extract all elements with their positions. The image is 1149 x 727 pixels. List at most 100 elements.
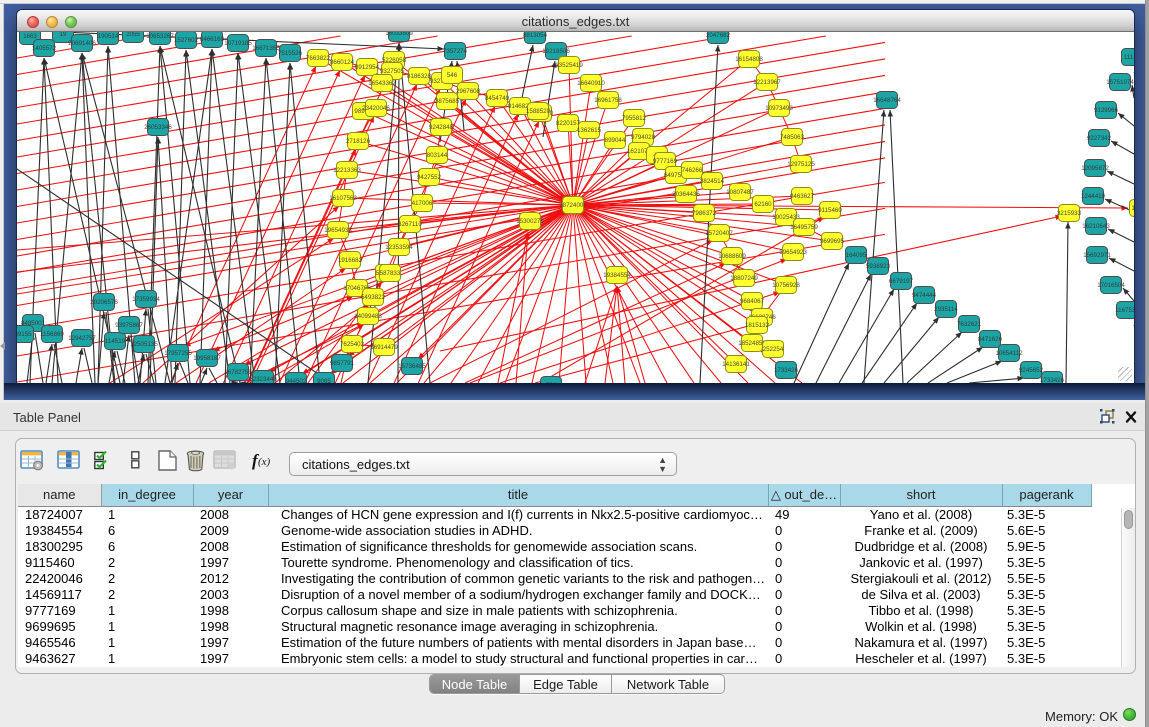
svg-text:7955812: 7955812 (622, 115, 647, 122)
svg-text:1815132: 1815132 (745, 322, 770, 329)
svg-text:9242848: 9242848 (429, 124, 454, 131)
svg-text:8454749: 8454749 (485, 95, 510, 102)
svg-text:12213967: 12213967 (753, 79, 781, 86)
svg-text:19654933: 19654933 (324, 227, 352, 234)
svg-text:16640910: 16640910 (577, 80, 605, 87)
svg-text:15692971: 15692971 (1083, 252, 1111, 259)
svg-text:10807487: 10807487 (726, 189, 754, 196)
svg-text:18724007: 18724007 (559, 202, 587, 209)
svg-text:9129966: 9129966 (1094, 107, 1119, 114)
svg-text:7986372: 7986372 (692, 210, 717, 217)
svg-text:16495759: 16495759 (790, 224, 818, 231)
svg-text:12323446: 12323446 (249, 376, 277, 383)
svg-text:12942757: 12942757 (68, 335, 96, 342)
svg-text:7625402: 7625402 (340, 341, 365, 348)
svg-text:20364436: 20364436 (672, 191, 700, 198)
svg-text:9699695: 9699695 (820, 238, 845, 245)
svg-text:2935114: 2935114 (934, 306, 958, 313)
svg-text:1588520: 1588520 (526, 108, 551, 115)
svg-text:7632621: 7632621 (957, 321, 982, 328)
svg-text:3875685: 3875685 (435, 98, 460, 105)
svg-text:19654923: 19654923 (779, 249, 807, 256)
svg-text:16543362: 16543362 (368, 80, 396, 87)
svg-text:8220157: 8220157 (556, 120, 581, 127)
svg-text:12975125: 12975125 (787, 161, 815, 168)
svg-text:190514: 190514 (98, 33, 119, 40)
svg-text:9777169: 9777169 (653, 158, 678, 165)
svg-text:899044: 899044 (605, 137, 626, 144)
svg-text:1244419: 1244419 (1081, 193, 1106, 200)
svg-text:6679197: 6679197 (889, 278, 914, 285)
svg-text:1916682: 1916682 (338, 257, 363, 264)
svg-text:15736485: 15736485 (398, 363, 426, 370)
svg-text:9427552: 9427552 (417, 174, 442, 181)
svg-text:3267110: 3267110 (398, 221, 422, 228)
svg-text:1663: 1663 (23, 33, 37, 40)
svg-text:16648764: 16648764 (873, 97, 901, 104)
svg-text:12095872: 12095872 (1081, 165, 1109, 172)
svg-text:9794028: 9794028 (631, 134, 656, 141)
svg-text:26053346: 26053346 (144, 124, 172, 131)
svg-text:587833: 587833 (380, 270, 401, 277)
svg-text:8466160: 8466160 (200, 36, 225, 43)
svg-text:14099483: 14099483 (354, 313, 382, 320)
svg-text:15300275: 15300275 (516, 218, 544, 225)
svg-text:12213363: 12213363 (333, 167, 361, 174)
svg-text:15958: 15958 (1131, 205, 1134, 212)
svg-text:7357274: 7357274 (443, 48, 468, 55)
svg-text:16961758: 16961758 (594, 97, 622, 104)
svg-text:10756928: 10756928 (772, 282, 800, 289)
svg-text:114519: 114519 (105, 338, 126, 345)
svg-text:12505135: 12505135 (130, 341, 158, 348)
svg-text:8471626: 8471626 (978, 336, 1003, 343)
svg-text:62160: 62160 (754, 201, 772, 208)
svg-text:14136141: 14136141 (722, 361, 750, 368)
svg-text:10719185: 10719185 (224, 40, 252, 47)
svg-text:1527602: 1527602 (174, 37, 199, 44)
svg-text:93975867: 93975867 (115, 322, 143, 329)
svg-text:16107563: 16107563 (329, 195, 357, 202)
svg-text:8813054: 8813054 (523, 32, 548, 39)
svg-text:20691406: 20691406 (68, 40, 96, 47)
svg-text:7485063: 7485063 (780, 134, 805, 141)
svg-text:15751074: 15751074 (1106, 79, 1134, 86)
svg-text:5938923: 5938923 (866, 263, 891, 270)
svg-text:10973493: 10973493 (765, 105, 793, 112)
svg-text:17016504: 17016504 (1097, 282, 1125, 289)
svg-text:(x): (x) (258, 456, 271, 468)
svg-text:8660124: 8660124 (330, 59, 355, 66)
svg-text:9684067: 9684067 (740, 298, 765, 305)
svg-text:9115460: 9115460 (818, 207, 842, 214)
svg-text:10654112: 10654112 (995, 350, 1023, 357)
svg-text:803144: 803144 (427, 152, 448, 159)
svg-text:16671355: 16671355 (252, 45, 280, 52)
svg-text:15720407: 15720407 (705, 230, 733, 237)
svg-text:8912954: 8912954 (355, 64, 380, 71)
svg-text:8186328: 8186328 (407, 73, 432, 80)
svg-text:19958187: 19958187 (193, 355, 221, 362)
svg-text:1362615: 1362615 (577, 127, 602, 134)
svg-text:5493822: 5493822 (361, 294, 386, 301)
svg-text:19: 19 (60, 32, 67, 38)
svg-text:12353594: 12353594 (385, 244, 413, 251)
svg-text:2055: 2055 (126, 32, 140, 38)
svg-text:16033809: 16033809 (385, 32, 413, 37)
svg-text:17957255: 17957255 (164, 350, 192, 357)
svg-text:1156869: 1156869 (40, 331, 64, 338)
svg-text:3824514: 3824514 (700, 178, 725, 185)
svg-text:10688609: 10688609 (718, 253, 746, 260)
svg-text:417006: 417006 (412, 200, 433, 207)
svg-text:16782759: 16782759 (224, 369, 252, 376)
svg-text:19384554: 19384554 (603, 272, 631, 279)
svg-text:19218506: 19218506 (542, 48, 570, 55)
svg-text:16914479: 16914479 (370, 344, 398, 351)
svg-text:3215933: 3215933 (1057, 210, 1082, 217)
svg-text:7663822: 7663822 (306, 55, 331, 62)
svg-text:2718126: 2718126 (346, 138, 371, 145)
svg-text:16210643: 16210643 (1082, 223, 1110, 230)
svg-text:16154808: 16154808 (735, 56, 763, 63)
svg-text:9857791: 9857791 (330, 360, 355, 367)
svg-text:1405572: 1405572 (32, 45, 57, 52)
svg-text:164095: 164095 (846, 252, 867, 259)
svg-text:11172: 11172 (1124, 54, 1134, 61)
